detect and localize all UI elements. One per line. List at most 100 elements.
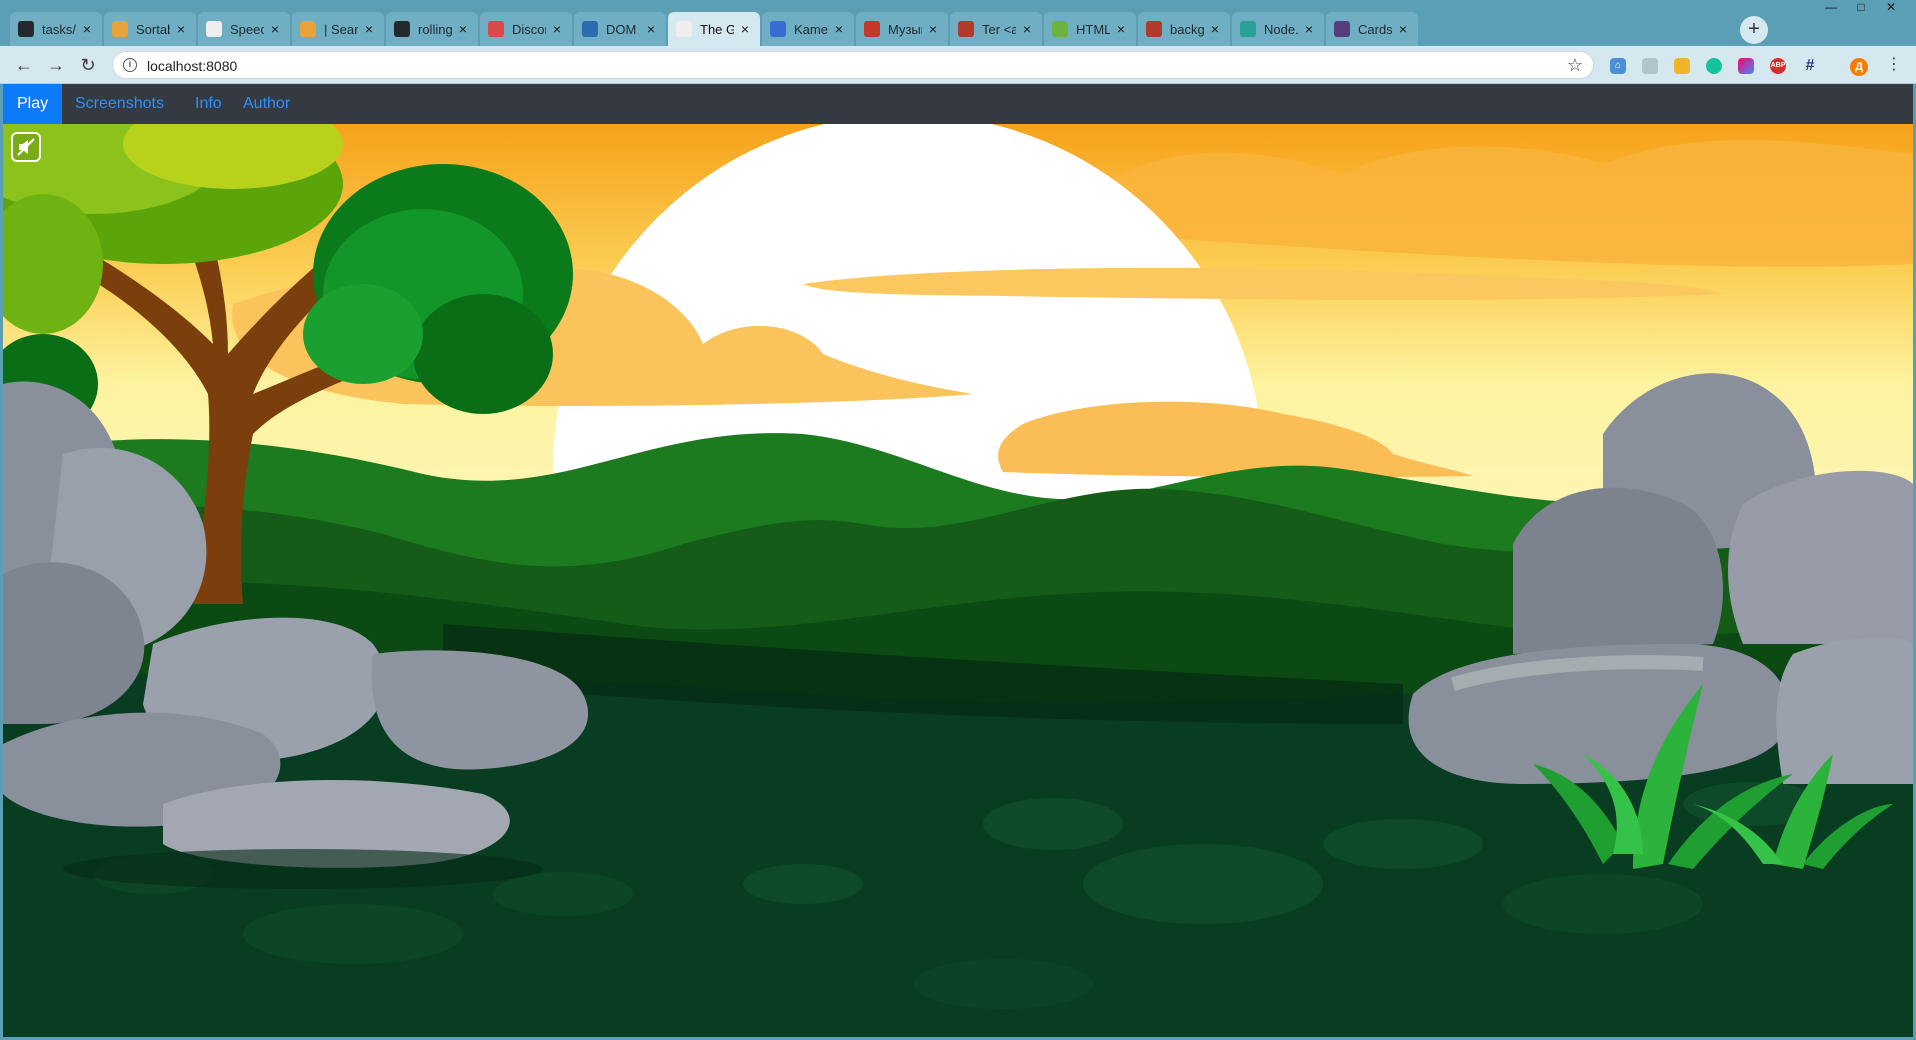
close-tab-icon[interactable]: × [644, 21, 658, 37]
tab-title: Cards · B [1358, 21, 1392, 37]
wave-icon [582, 21, 598, 37]
bookmark-star-icon[interactable]: ☆ [1567, 55, 1583, 76]
browser-tab[interactable]: DOM Rep× [574, 12, 666, 46]
color-extension-icon[interactable] [1738, 58, 1754, 74]
close-tab-icon[interactable]: × [362, 21, 376, 37]
discord-icon [488, 21, 504, 37]
tab-title: Discord [512, 21, 546, 37]
new-tab-button[interactable]: + [1740, 16, 1768, 44]
browser-tab[interactable]: HTML Au× [1044, 12, 1136, 46]
bootstrap-icon [1334, 21, 1350, 37]
tab-title: DOM Rep [606, 21, 640, 37]
h-icon [1240, 21, 1256, 37]
ground-blob [493, 872, 633, 916]
sound-muted-icon [17, 138, 35, 156]
site-info-icon[interactable]: i [123, 58, 137, 72]
blocks-icon [1146, 21, 1162, 37]
tab-title: Ter <audi [982, 21, 1016, 37]
browser-tab[interactable]: Sortable× [104, 12, 196, 46]
play-icon [770, 21, 786, 37]
ublock-icon [112, 21, 128, 37]
tab-title: Kame [794, 21, 828, 37]
browser-tab[interactable]: Kame × [762, 12, 854, 46]
menu-kebab-icon[interactable]: ⋮ [1882, 53, 1906, 77]
github-icon [18, 21, 34, 37]
nav-link-screenshots[interactable]: Screenshots [61, 84, 178, 124]
ground-blob [1083, 844, 1323, 924]
grammarly-extension-icon[interactable] [1706, 58, 1722, 74]
ground-blob [743, 864, 863, 904]
browser-tab[interactable]: Музыка× [856, 12, 948, 46]
maximize-button[interactable]: □ [1846, 0, 1876, 16]
tab-title: HTML Au [1076, 21, 1110, 37]
page-icon [206, 21, 222, 37]
close-tab-icon[interactable]: × [738, 21, 752, 37]
home-extension-icon[interactable]: ⌂ [1610, 58, 1626, 74]
browser-tab[interactable]: Ter <audi× [950, 12, 1042, 46]
minimize-button[interactable]: — [1816, 0, 1846, 16]
browser-toolbar: ← → ↻ i localhost:8080 ☆ ⌂ ABP # Д ⋮ [0, 46, 1916, 84]
hash-extension-icon[interactable]: # [1802, 58, 1818, 74]
adblock-icon[interactable]: ABP [1770, 58, 1786, 74]
tab-title: tasks/gar [42, 21, 76, 37]
nav-link-info[interactable]: Info [181, 84, 236, 124]
tab-title: | Search f [324, 21, 358, 37]
tab-title: The Game [700, 21, 734, 37]
browser-window: + — □ ✕ tasks/gar×Sortable×Speech sy×| S… [0, 0, 1916, 1040]
close-tab-icon[interactable]: × [268, 21, 282, 37]
profile-avatar[interactable]: Д [1850, 58, 1868, 76]
music-icon [864, 21, 880, 37]
address-bar[interactable]: i localhost:8080 ☆ [112, 51, 1594, 79]
tab-title: rolling-sc [418, 21, 452, 37]
browser-tab[interactable]: tasks/gar× [10, 12, 102, 46]
back-button[interactable]: ← [12, 53, 36, 77]
close-tab-icon[interactable]: × [456, 21, 470, 37]
tab-title: Sortable [136, 21, 170, 37]
reload-button[interactable]: ↻ [76, 53, 100, 77]
browser-tab[interactable]: Speech sy× [198, 12, 290, 46]
close-tab-icon[interactable]: × [1302, 21, 1316, 37]
mute-sound-button[interactable] [11, 132, 41, 162]
game-scene[interactable] [3, 124, 1913, 1037]
close-tab-icon[interactable]: × [1396, 21, 1410, 37]
tab-title: backgrou [1170, 21, 1204, 37]
extension-icon-2[interactable] [1642, 58, 1658, 74]
ground-blob [983, 798, 1123, 850]
page-viewport: Play Screenshots Info Author [3, 84, 1913, 1037]
w3-icon [1052, 21, 1068, 37]
close-tab-icon[interactable]: × [1208, 21, 1222, 37]
close-tab-icon[interactable]: × [1020, 21, 1034, 37]
ground-blob [913, 959, 1093, 1009]
browser-tab[interactable]: Discord× [480, 12, 572, 46]
nav-link-play[interactable]: Play [3, 84, 63, 124]
close-tab-icon[interactable]: × [80, 21, 94, 37]
browser-tab[interactable]: Node.js |× [1232, 12, 1324, 46]
github-icon [394, 21, 410, 37]
close-tab-icon[interactable]: × [926, 21, 940, 37]
browser-tab[interactable]: The Game× [668, 12, 760, 46]
ground-blob [1323, 819, 1483, 869]
tab-strip: + — □ ✕ tasks/gar×Sortable×Speech sy×| S… [0, 0, 1916, 46]
blocks-icon [958, 21, 974, 37]
forward-button[interactable]: → [44, 53, 68, 77]
browser-tab[interactable]: Cards · B× [1326, 12, 1418, 46]
browser-tab[interactable]: | Search f× [292, 12, 384, 46]
close-tab-icon[interactable]: × [174, 21, 188, 37]
browser-tab[interactable]: rolling-sc× [386, 12, 478, 46]
close-window-button[interactable]: ✕ [1876, 0, 1906, 16]
close-tab-icon[interactable]: × [550, 21, 564, 37]
tab-title: Node.js | [1264, 21, 1298, 37]
address-url[interactable]: localhost:8080 [147, 58, 237, 74]
nav-link-author[interactable]: Author [229, 84, 304, 124]
ground-blob [243, 904, 463, 964]
tab-title: Speech sy [230, 21, 264, 37]
page-icon [676, 21, 692, 37]
ground-blob [1503, 874, 1703, 934]
browser-tab[interactable]: backgrou× [1138, 12, 1230, 46]
extension-icon-3[interactable] [1674, 58, 1690, 74]
close-tab-icon[interactable]: × [1114, 21, 1128, 37]
site-navbar: Play Screenshots Info Author [3, 84, 1913, 124]
close-tab-icon[interactable]: × [832, 21, 846, 37]
tab-title: Музыка [888, 21, 922, 37]
ublock-icon [300, 21, 316, 37]
